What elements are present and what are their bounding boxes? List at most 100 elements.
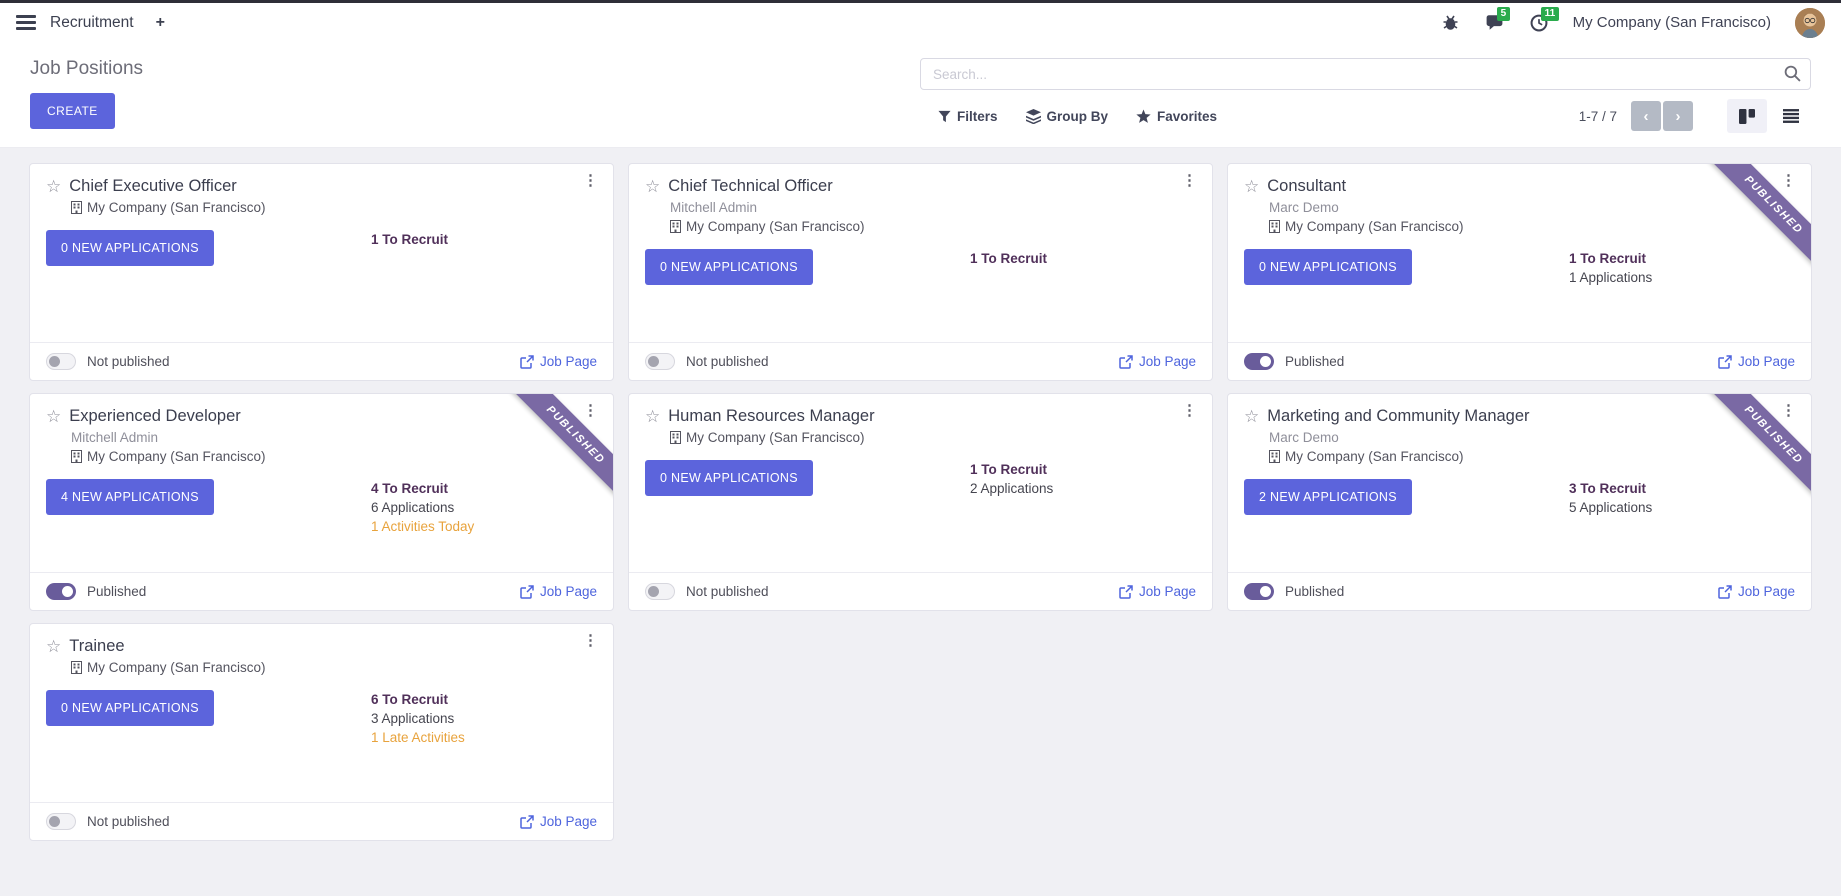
job-page-link[interactable]: Job Page xyxy=(1119,584,1196,599)
to-recruit-count[interactable]: 4 To Recruit xyxy=(371,481,597,496)
apps-menu-icon[interactable] xyxy=(16,15,36,30)
job-page-link[interactable]: Job Page xyxy=(520,354,597,369)
applications-count[interactable]: 1 Applications xyxy=(1569,270,1795,285)
favorite-star-icon[interactable]: ☆ xyxy=(1244,178,1259,195)
job-page-label: Job Page xyxy=(540,814,597,829)
job-position-card[interactable]: ⋮ ☆ Human Resources Manager My Company (… xyxy=(628,393,1213,611)
filters-dropdown[interactable]: Filters xyxy=(938,109,998,124)
job-position-card[interactable]: ⋮ ☆ Chief Technical Officer Mitchell Adm… xyxy=(628,163,1213,381)
publish-toggle[interactable] xyxy=(46,813,76,830)
building-icon xyxy=(1269,450,1280,463)
card-footer: Not published Job Page xyxy=(30,802,613,840)
publish-toggle[interactable] xyxy=(1244,353,1274,370)
user-avatar[interactable] xyxy=(1795,8,1825,38)
create-button[interactable]: CREATE xyxy=(30,93,115,129)
job-page-link[interactable]: Job Page xyxy=(1718,584,1795,599)
card-kebab-menu-icon[interactable]: ⋮ xyxy=(1781,173,1796,190)
publish-toggle[interactable] xyxy=(645,353,675,370)
favorite-star-icon[interactable]: ☆ xyxy=(46,638,61,655)
list-view-icon xyxy=(1783,109,1799,123)
applications-count[interactable]: 5 Applications xyxy=(1569,500,1795,515)
job-position-card[interactable]: ⋮ ☆ Chief Executive Officer My Company (… xyxy=(29,163,614,381)
activities-clock-icon[interactable]: 11 xyxy=(1529,14,1549,32)
to-recruit-count[interactable]: 1 To Recruit xyxy=(970,462,1196,477)
job-page-link[interactable]: Job Page xyxy=(520,814,597,829)
publish-status-label: Not published xyxy=(87,354,170,369)
group-by-dropdown[interactable]: Group By xyxy=(1026,109,1109,124)
debug-bug-icon[interactable] xyxy=(1441,14,1461,32)
job-page-link[interactable]: Job Page xyxy=(520,584,597,599)
to-recruit-count[interactable]: 3 To Recruit xyxy=(1569,481,1795,496)
company-line: My Company (San Francisco) xyxy=(670,219,1196,234)
pager-prev-button[interactable]: ‹ xyxy=(1631,101,1661,131)
activities-count[interactable]: 1 Activities Today xyxy=(371,519,597,534)
card-kebab-menu-icon[interactable]: ⋮ xyxy=(1781,403,1796,420)
activities-count-badge: 11 xyxy=(1541,7,1560,21)
to-recruit-count[interactable]: 6 To Recruit xyxy=(371,692,597,707)
kanban-view-button[interactable] xyxy=(1727,99,1767,133)
card-kebab-menu-icon[interactable]: ⋮ xyxy=(1182,173,1197,190)
search-input[interactable] xyxy=(920,58,1811,90)
publish-toggle[interactable] xyxy=(46,353,76,370)
new-applications-button[interactable]: 4 NEW APPLICATIONS xyxy=(46,479,214,515)
kanban-grid: ⋮ ☆ Chief Executive Officer My Company (… xyxy=(0,148,1841,856)
messages-count-badge: 5 xyxy=(1497,7,1511,21)
job-page-label: Job Page xyxy=(1738,584,1795,599)
to-recruit-count[interactable]: 1 To Recruit xyxy=(1569,251,1795,266)
publish-toggle[interactable] xyxy=(645,583,675,600)
plus-icon[interactable]: + xyxy=(156,14,165,32)
favorite-star-icon[interactable]: ☆ xyxy=(645,178,660,195)
new-applications-button[interactable]: 0 NEW APPLICATIONS xyxy=(645,249,813,285)
app-name[interactable]: Recruitment xyxy=(50,14,134,32)
favorite-star-icon[interactable]: ☆ xyxy=(46,408,61,425)
company-name: My Company (San Francisco) xyxy=(1285,219,1464,234)
applications-count[interactable]: 6 Applications xyxy=(371,500,597,515)
card-stats: 6 To Recruit 3 Applications 1 Late Activ… xyxy=(371,690,597,745)
card-stats: 1 To Recruit xyxy=(970,249,1196,266)
favorite-star-icon[interactable]: ☆ xyxy=(1244,408,1259,425)
company-line: My Company (San Francisco) xyxy=(1269,219,1795,234)
company-line: My Company (San Francisco) xyxy=(670,430,1196,445)
new-applications-button[interactable]: 0 NEW APPLICATIONS xyxy=(645,460,813,496)
page-title: Job Positions xyxy=(30,58,143,80)
to-recruit-count[interactable]: 1 To Recruit xyxy=(970,251,1196,266)
publish-toggle[interactable] xyxy=(46,583,76,600)
job-position-card[interactable]: PUBLISHED ⋮ ☆ Experienced Developer Mitc… xyxy=(29,393,614,611)
job-position-card[interactable]: ⋮ ☆ Trainee My Company (San Francisco) 0… xyxy=(29,623,614,841)
building-icon xyxy=(1269,220,1280,233)
card-kebab-menu-icon[interactable]: ⋮ xyxy=(1182,403,1197,420)
card-kebab-menu-icon[interactable]: ⋮ xyxy=(583,403,598,420)
pager-next-button[interactable]: › xyxy=(1663,101,1693,131)
recruiter-name: Mitchell Admin xyxy=(71,430,597,445)
filter-funnel-icon xyxy=(938,110,951,123)
card-kebab-menu-icon[interactable]: ⋮ xyxy=(583,633,598,650)
recruiter-name: Marc Demo xyxy=(1269,430,1795,445)
external-link-icon xyxy=(520,585,534,599)
group-by-label: Group By xyxy=(1047,109,1109,124)
to-recruit-count[interactable]: 1 To Recruit xyxy=(371,232,597,247)
new-applications-button[interactable]: 0 NEW APPLICATIONS xyxy=(1244,249,1412,285)
job-position-card[interactable]: PUBLISHED ⋮ ☆ Consultant Marc Demo My Co… xyxy=(1227,163,1812,381)
applications-count[interactable]: 2 Applications xyxy=(970,481,1196,496)
job-page-link[interactable]: Job Page xyxy=(1119,354,1196,369)
publish-toggle[interactable] xyxy=(1244,583,1274,600)
publish-status-label: Not published xyxy=(87,814,170,829)
job-page-label: Job Page xyxy=(1139,584,1196,599)
job-page-link[interactable]: Job Page xyxy=(1718,354,1795,369)
job-position-card[interactable]: PUBLISHED ⋮ ☆ Marketing and Community Ma… xyxy=(1227,393,1812,611)
new-applications-button[interactable]: 2 NEW APPLICATIONS xyxy=(1244,479,1412,515)
applications-count[interactable]: 3 Applications xyxy=(371,711,597,726)
messages-icon[interactable]: 5 xyxy=(1485,14,1505,32)
new-applications-button[interactable]: 0 NEW APPLICATIONS xyxy=(46,690,214,726)
company-switcher[interactable]: My Company (San Francisco) xyxy=(1573,14,1771,31)
favorites-dropdown[interactable]: Favorites xyxy=(1136,109,1217,124)
favorite-star-icon[interactable]: ☆ xyxy=(46,178,61,195)
publish-status-label: Published xyxy=(1285,584,1344,599)
card-footer: Published Job Page xyxy=(1228,342,1811,380)
favorite-star-icon[interactable]: ☆ xyxy=(645,408,660,425)
search-icon[interactable] xyxy=(1784,65,1801,82)
activities-count[interactable]: 1 Late Activities xyxy=(371,730,597,745)
card-kebab-menu-icon[interactable]: ⋮ xyxy=(583,173,598,190)
new-applications-button[interactable]: 0 NEW APPLICATIONS xyxy=(46,230,214,266)
list-view-button[interactable] xyxy=(1771,99,1811,133)
